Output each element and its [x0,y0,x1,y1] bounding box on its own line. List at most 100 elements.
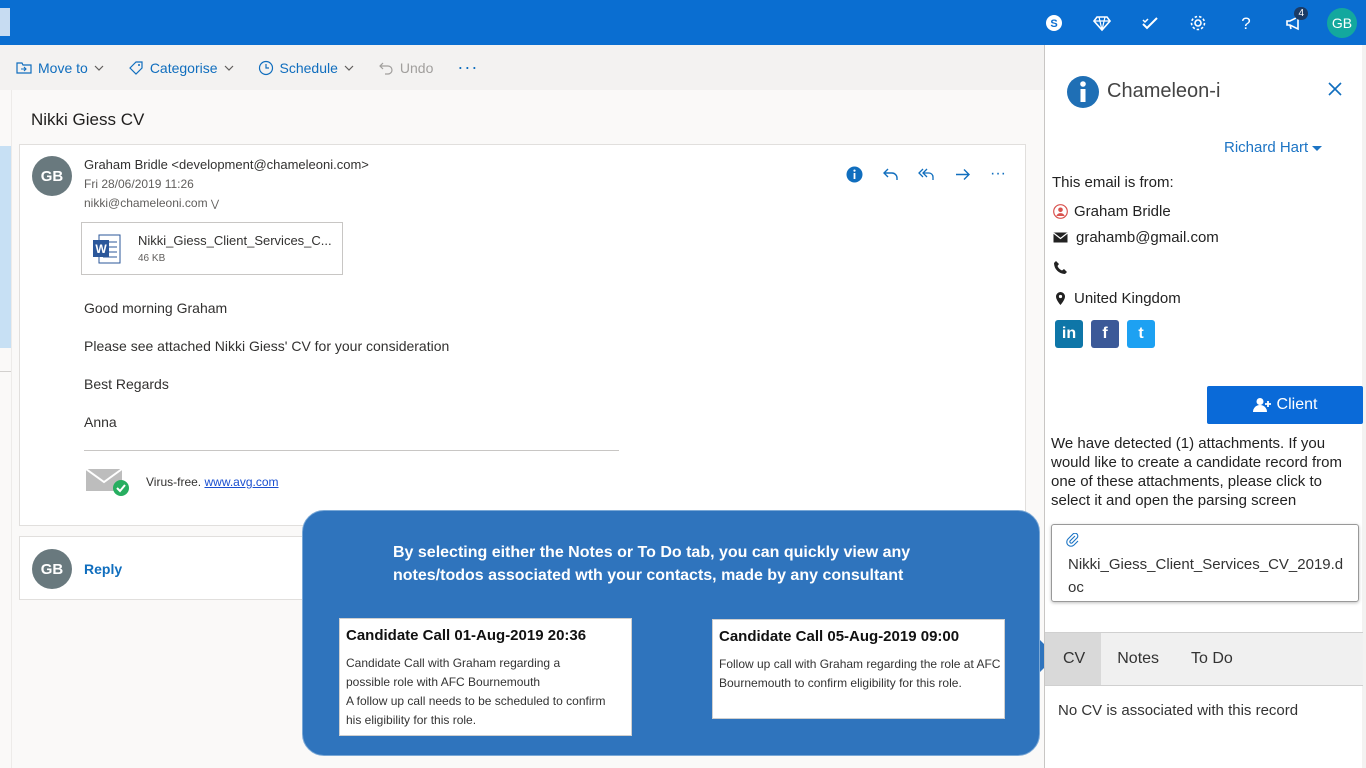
chameleon-info-logo-icon [1067,76,1099,108]
reply-link[interactable]: Reply [84,561,122,577]
list-divider [0,371,11,372]
linkedin-icon[interactable]: in [1055,320,1083,348]
chevron-down-icon [94,65,104,71]
chameleon-info-button[interactable] [843,163,865,185]
tutorial-callout: By selecting either the Notes or To Do t… [302,510,1040,756]
tag-icon [128,60,143,75]
virus-free-label: Virus-free. [146,475,202,489]
forward-button[interactable] [951,163,973,185]
message-card: GB Graham Bridle <development@chameleoni… [19,144,1026,526]
reply-icon [882,168,898,180]
message-actions: ··· [843,163,1009,185]
signature-divider [84,450,619,451]
search-box-stub[interactable] [0,8,10,36]
message-list-edge [0,90,12,768]
facebook-icon[interactable]: f [1091,320,1119,348]
reply-avatar: GB [32,549,72,589]
reply-all-icon [917,168,934,180]
phone-icon [1054,261,1067,274]
selected-message-indicator[interactable] [0,146,11,348]
move-to-button[interactable]: Move to [16,60,104,76]
schedule-label: Schedule [279,59,338,76]
envelope-icon [1053,232,1068,243]
reply-all-button[interactable] [915,163,937,185]
recipient-address: nikki@chameleoni.com [84,196,208,210]
map-marker-icon [1056,292,1065,305]
skype-icon[interactable]: S [1030,0,1078,45]
contact-email[interactable]: grahamb@gmail.com [1076,229,1219,246]
tab-notes[interactable]: Notes [1101,633,1175,685]
user-avatar[interactable]: GB [1327,7,1357,38]
recipient-line[interactable]: nikki@chameleoni.com ⋁ [84,196,219,210]
megaphone-icon[interactable]: 4 [1270,0,1318,45]
undo-icon [379,62,393,75]
word-document-icon: W [93,234,121,264]
caret-down-icon [1312,145,1323,151]
top-bar-icons: S ? 4 GB [1030,0,1366,45]
client-button-label: Client [1276,396,1318,413]
parse-attachment-card[interactable]: Nikki_Giess_Client_Services_CV_2019.doc [1051,524,1359,602]
close-icon[interactable] [1327,81,1343,97]
note-card-title: Candidate Call 05-Aug-2019 09:00 [719,628,960,645]
email-from-label: This email is from: [1052,174,1174,191]
forward-icon [955,168,970,180]
user-dropdown[interactable]: Richard Hart [1224,139,1323,156]
paperclip-icon [1066,533,1079,547]
expand-recipients-icon[interactable]: ⋁ [211,199,219,210]
person-icon [1053,204,1068,219]
user-name: Richard Hart [1224,139,1309,156]
chevron-down-icon [344,65,354,71]
checkmark-icon[interactable] [1126,0,1174,45]
svg-text:S: S [1050,18,1057,30]
tab-content-text: No CV is associated with this record [1058,702,1299,719]
gear-icon[interactable] [1174,0,1222,45]
svg-text:?: ? [1241,14,1250,32]
body-line-1: Good morning Graham [84,300,228,316]
schedule-button[interactable]: Schedule [258,60,354,76]
tab-cv[interactable]: CV [1045,633,1102,685]
folder-move-icon [16,61,32,74]
attachment-card[interactable]: W Nikki_Giess_Client_Services_C... 46 KB [81,222,343,275]
note-card-2: Candidate Call 05-Aug-2019 09:00 Follow … [712,619,1005,719]
reply-button[interactable] [879,163,901,185]
email-subject: Nikki Giess CV [31,110,145,129]
virus-free-text: Virus-free. www.avg.com [146,475,279,489]
tab-todo[interactable]: To Do [1175,633,1249,685]
chevron-down-icon [224,65,233,71]
sender-avatar[interactable]: GB [32,156,72,196]
sender-name[interactable]: Graham Bridle <development@chameleoni.co… [84,157,369,172]
help-icon[interactable]: ? [1222,0,1270,45]
categorise-button[interactable]: Categorise [128,60,234,76]
note-card-body: Candidate Call with Graham regarding a p… [346,656,606,727]
client-button[interactable]: Client [1207,386,1363,424]
contact-phone-row [1053,260,1074,275]
chameleon-addin-panel: Chameleon-i Richard Hart This email is f… [1044,45,1366,768]
more-message-actions-button[interactable]: ··· [987,163,1009,185]
panel-title: Chameleon-i [1107,80,1221,102]
body-line-3: Best Regards [84,376,169,392]
attachment-detect-text: We have detected (1) attachments. If you… [1051,435,1342,509]
note-card-body: Follow up call with Graham regarding the… [719,657,1001,690]
notification-badge: 4 [1294,7,1308,20]
undo-button[interactable]: Undo [378,60,433,76]
contact-location-row: United Kingdom [1053,290,1181,307]
move-to-label: Move to [38,59,88,76]
body-line-2: Please see attached Nikki Giess' CV for … [84,338,450,354]
diamond-icon[interactable] [1078,0,1126,45]
top-bar: S ? 4 GB [0,0,1366,45]
record-tabs: CV Notes To Do [1045,632,1363,686]
callout-text: By selecting either the Notes or To Do t… [393,544,911,584]
attachment-name: Nikki_Giess_Client_Services_C... [138,233,332,248]
message-date: Fri 28/06/2019 11:26 [84,177,194,191]
contact-name-row: Graham Bridle [1053,203,1171,220]
avg-link[interactable]: www.avg.com [204,475,278,489]
social-links: in f t [1055,320,1155,348]
twitter-icon[interactable]: t [1127,320,1155,348]
contact-location: United Kingdom [1074,290,1181,307]
info-icon [846,166,862,182]
body-line-4: Anna [84,414,117,430]
attachment-size: 46 KB [138,253,166,264]
contact-name[interactable]: Graham Bridle [1074,203,1171,220]
more-actions-button[interactable]: ··· [457,57,478,78]
contact-email-row: grahamb@gmail.com [1053,229,1219,246]
